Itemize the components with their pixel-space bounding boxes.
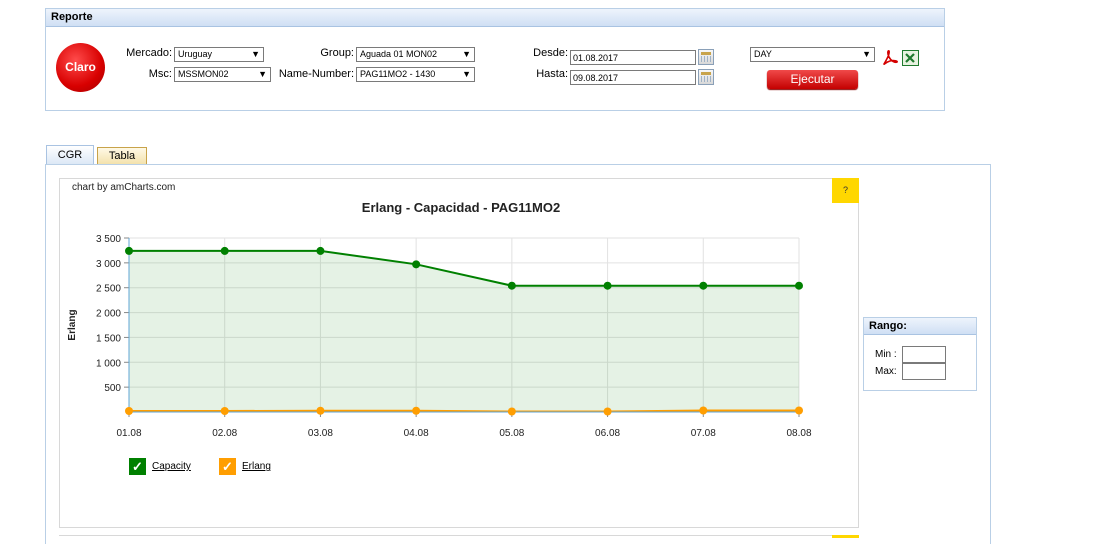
y-tick-label: 2 500: [96, 284, 121, 295]
data-point-erlang: [795, 406, 803, 415]
data-point-erlang: [507, 407, 516, 416]
y-tick-label: 3 000: [96, 259, 121, 270]
data-point-erlang: [220, 407, 229, 416]
data-point-erlang: [699, 406, 708, 415]
series-line-erlang: [129, 409, 799, 413]
rango-max-input[interactable]: [902, 363, 946, 380]
data-point-capacity: [220, 246, 229, 255]
rango-max-label: Max:: [875, 366, 897, 377]
data-point-capacity: [125, 246, 133, 255]
y-axis-label: Erlang: [67, 309, 78, 340]
data-point-capacity: [316, 246, 325, 255]
y-tick-label: 1 000: [96, 358, 121, 369]
rango-title: Rango:: [864, 318, 976, 335]
erlang-chart: 500 1 000 1 500 2 000 2 500 3 000 3 500 01.08 02…: [67, 234, 812, 439]
data-point-capacity: [412, 260, 421, 269]
data-point-capacity: [699, 281, 708, 290]
data-point-erlang: [412, 406, 421, 415]
legend-label-capacity[interactable]: Capacity: [152, 461, 191, 472]
data-point-capacity: [603, 281, 612, 290]
checkbox-icon[interactable]: ✓: [219, 458, 236, 475]
x-tick-label: 02.08: [212, 428, 237, 439]
rango-min-label: Min :: [875, 349, 897, 360]
checkbox-icon[interactable]: ✓: [129, 458, 146, 475]
x-tick-label: 05.08: [499, 428, 524, 439]
data-point-erlang: [125, 407, 133, 416]
x-tick-label: 01.08: [116, 428, 141, 439]
data-point-capacity: [507, 281, 516, 290]
rango-min-input[interactable]: [902, 346, 946, 363]
x-tick-label: 03.08: [308, 428, 333, 439]
data-point-capacity: [795, 281, 803, 290]
x-tick-label: 04.08: [404, 428, 429, 439]
y-tick-label: 3 500: [96, 234, 121, 245]
data-point-erlang: [316, 406, 325, 415]
x-tick-label: 06.08: [595, 428, 620, 439]
rango-panel: Rango: Min : Max:: [863, 317, 977, 391]
y-tick-label: 500: [104, 383, 121, 394]
y-tick-label: 1 500: [96, 333, 121, 344]
x-tick-label: 08.08: [786, 428, 811, 439]
legend-label-erlang[interactable]: Erlang: [242, 461, 271, 472]
y-tick-label: 2 000: [96, 309, 121, 320]
x-tick-label: 07.08: [691, 428, 716, 439]
data-point-erlang: [603, 407, 612, 416]
